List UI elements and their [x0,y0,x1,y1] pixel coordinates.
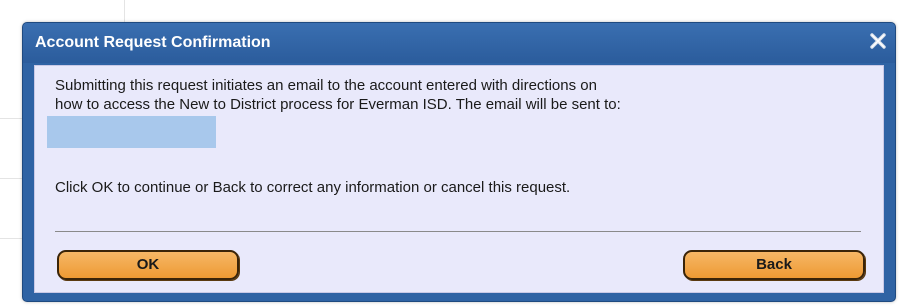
back-button[interactable]: Back [683,250,865,280]
button-divider [55,231,861,232]
dialog-instruction: Click OK to continue or Back to correct … [55,179,571,196]
message-line: how to access the New to District proces… [55,96,621,113]
close-icon[interactable] [869,32,887,50]
background-divider [0,178,22,179]
dialog-title: Account Request Confirmation [35,34,271,51]
background-divider [0,238,22,239]
dialog-content: Submitting this request initiates an ema… [34,65,884,293]
account-request-confirmation-dialog: Account Request Confirmation Submitting … [22,22,896,302]
page: Account Request Confirmation Submitting … [0,0,899,307]
ok-button[interactable]: OK [57,250,239,280]
dialog-titlebar: Account Request Confirmation [23,23,895,63]
dialog-message: Submitting this request initiates an ema… [55,76,867,114]
message-line: Submitting this request initiates an ema… [55,77,597,94]
email-address-redacted [47,116,216,148]
background-divider [0,118,22,119]
background-divider [124,0,125,22]
